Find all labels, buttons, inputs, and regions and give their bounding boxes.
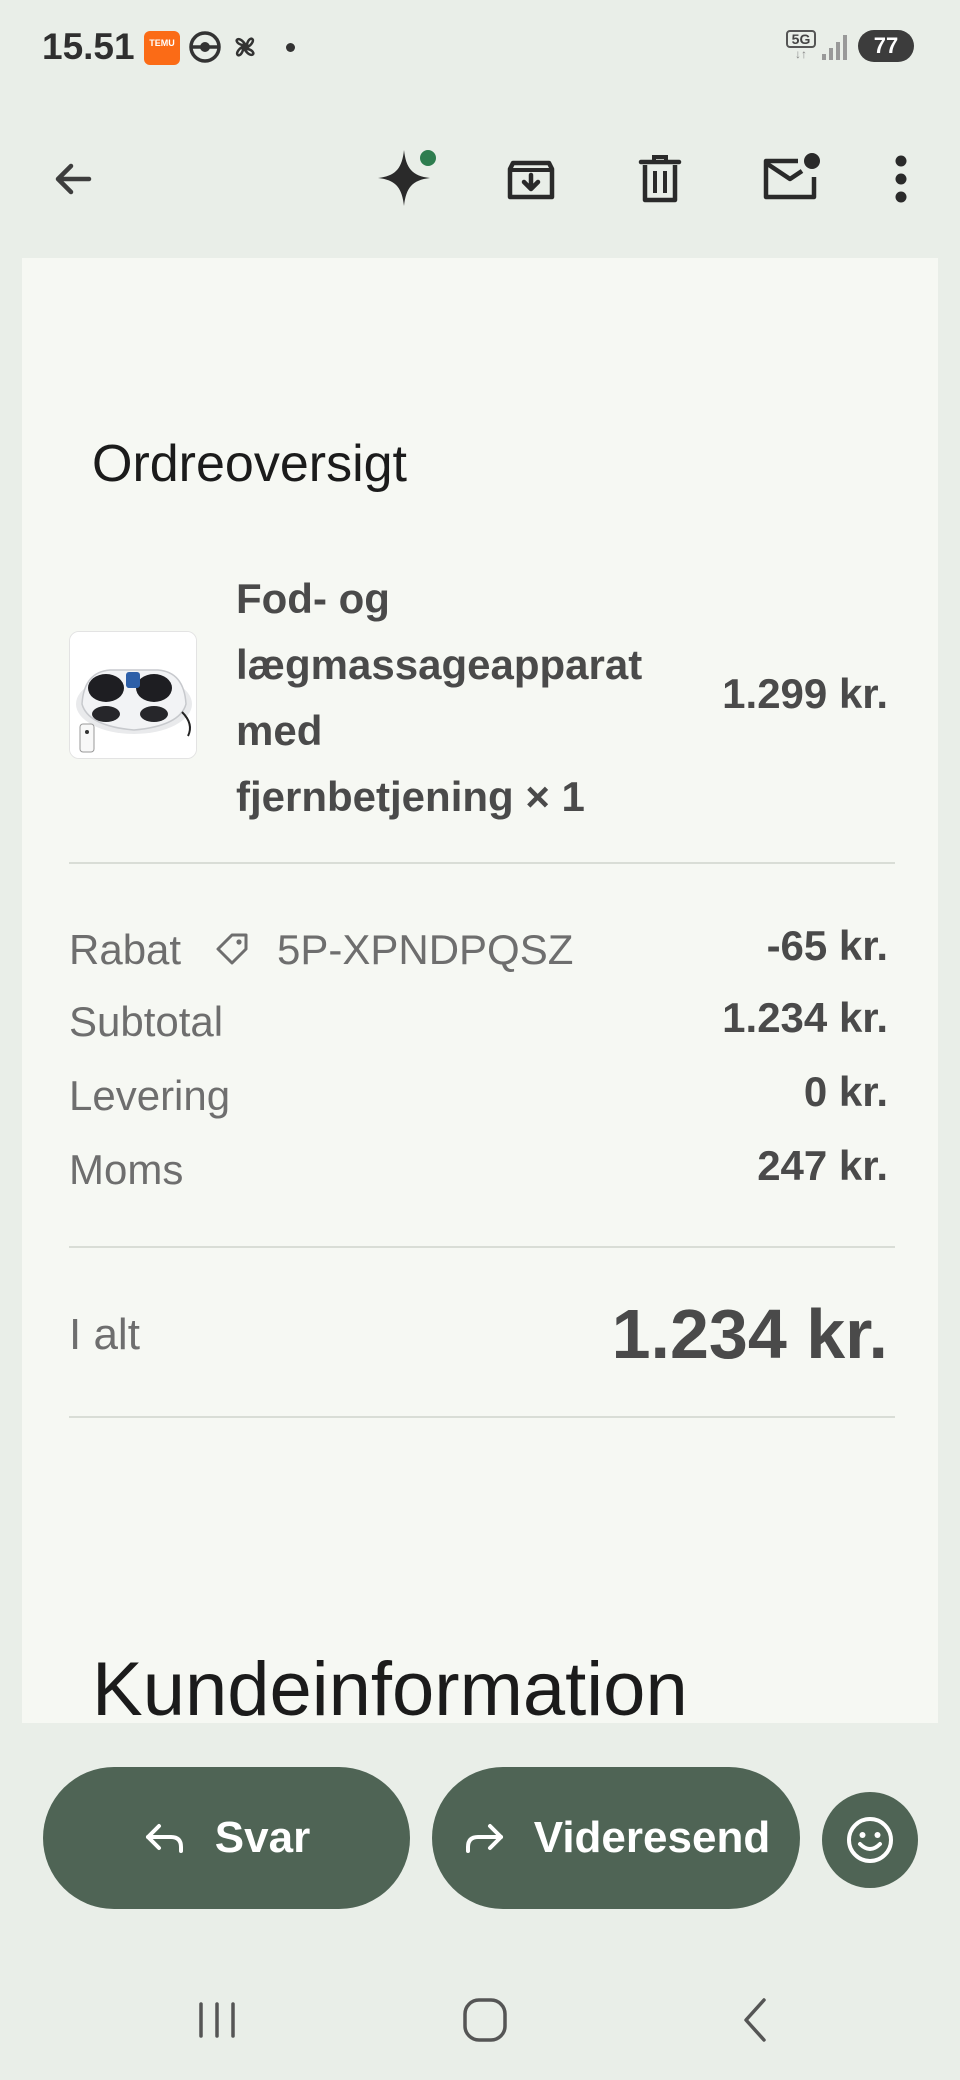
toolbar [0,96,960,256]
more-icon [895,155,907,203]
gemini-button[interactable] [362,134,452,224]
emoji-reaction-button[interactable] [822,1792,918,1888]
divider [69,862,895,864]
smiley-icon [847,1817,893,1863]
back-arrow-icon [55,163,92,195]
product-price: 1.299 kr. [722,670,888,717]
reply-icon [145,1824,183,1853]
sync-notification-icon [189,31,221,63]
delivery-label: Levering [69,1072,231,1119]
total-label: I alt [69,1310,140,1359]
foot-massager-image [70,632,196,758]
divider [69,1246,895,1248]
product-name-line: lægmassageapparat [236,641,643,688]
tag-icon [216,933,248,965]
forward-label: Videresend [533,1813,771,1862]
system-back-icon [744,1998,766,2042]
coupon-code: 5P-XPNDPQSZ [277,926,574,973]
subtotal-label: Subtotal [69,998,224,1045]
home-icon [463,1998,507,2042]
product-image [69,631,197,759]
status-bar: 15.51 TEMU 5G ↓↑ 77 [0,0,960,96]
reply-button[interactable]: Svar [43,1767,410,1909]
subtotal-value: 1.234 kr. [722,994,888,1041]
product-name-line: Fod- og [236,575,390,622]
more-notifications-dot [286,43,295,52]
signal-icon [822,35,847,60]
total-value: 1.234 kr. [611,1295,888,1373]
forward-button[interactable]: Videresend [432,1767,800,1909]
fan-notification-icon [235,37,255,57]
order-summary-title: Ordreoversigt [92,435,407,493]
reply-label: Svar [214,1813,311,1862]
gemini-sparkle-icon [378,150,436,206]
back-button[interactable] [30,136,116,222]
delivery-value: 0 kr. [803,1068,888,1115]
status-time: 15.51 [42,26,135,67]
product-name: Fod- og lægmassageapparat med fjernbetje… [236,566,706,830]
discount-label: Rabat [69,926,182,973]
delete-icon [638,155,682,203]
battery-icon: 77 [858,30,914,62]
discount-value: -65 kr. [766,922,888,969]
mark-unread-button[interactable] [744,132,840,222]
navigation-bar [0,1960,960,2080]
mark-unread-icon [763,153,820,200]
vat-value: 247 kr. [757,1142,888,1189]
recent-apps-button[interactable] [177,1990,257,2050]
home-button[interactable] [445,1990,525,2050]
product-name-line: med [236,707,323,754]
delete-button[interactable] [617,136,703,222]
vat-label: Moms [69,1146,184,1193]
network-5g-icon: 5G ↓↑ [786,30,816,64]
recent-apps-icon [199,2002,235,2038]
archive-button[interactable] [488,136,574,222]
customer-info-title: Kundeinformation [92,1647,688,1723]
divider [69,1416,895,1418]
archive-icon [507,160,555,200]
temu-notification-icon: TEMU [144,31,180,65]
more-options-button[interactable] [876,136,926,222]
system-back-button[interactable] [715,1990,795,2050]
email-content: Ordreoversigt Fod- og lægmassageapparat … [22,258,938,1723]
product-name-line: fjernbetjening × 1 [236,773,585,820]
screen: 15.51 TEMU 5G ↓↑ 77 Ordreoversigt Fod- o… [0,0,960,2080]
forward-icon [465,1824,503,1853]
